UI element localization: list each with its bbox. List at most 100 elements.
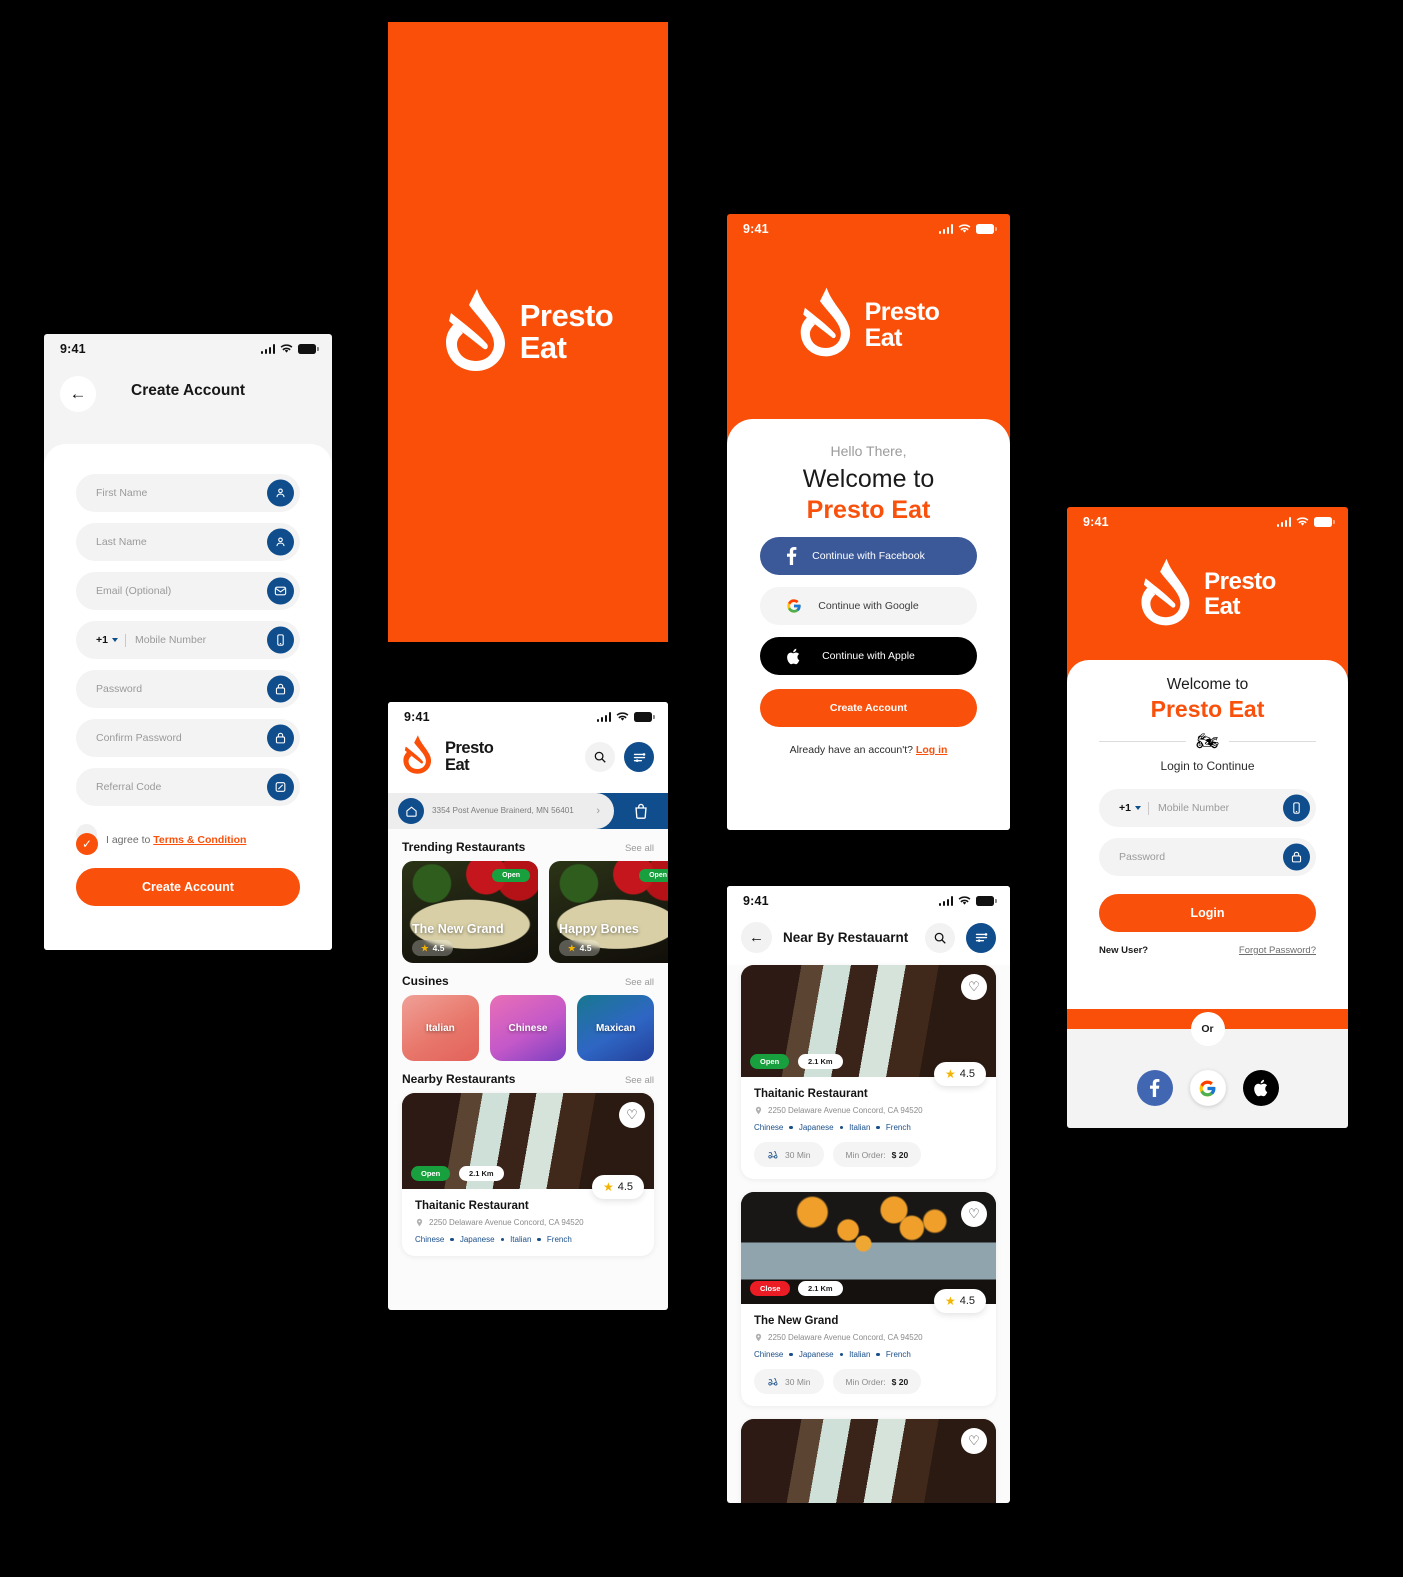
back-button[interactable]: ← [60, 376, 96, 412]
chevron-right-icon[interactable]: › [596, 805, 604, 817]
continue-with-apple-button[interactable]: Continue with Apple [760, 637, 977, 675]
new-user-link[interactable]: New User? [1099, 945, 1148, 956]
continue-with-google-button[interactable]: Continue with Google [760, 587, 977, 625]
tag: Chinese [415, 1235, 445, 1244]
log-in-link[interactable]: Log in [916, 744, 948, 756]
terms-link[interactable]: Terms & Condition [153, 834, 246, 846]
referral-code-field[interactable]: Referral Code [76, 768, 300, 806]
chevron-down-icon[interactable] [1134, 806, 1141, 810]
status-badge: Open [639, 869, 668, 882]
min-order-value: $ 20 [891, 1149, 909, 1160]
mobile-number-field[interactable]: +1 Mobile Number [76, 621, 300, 659]
search-icon[interactable] [925, 922, 955, 953]
cuisine-card[interactable]: Maxican [577, 995, 655, 1061]
cuisine-label: Italian [425, 1022, 455, 1034]
mobile-number-field[interactable]: +1 Mobile Number [1099, 789, 1316, 827]
password-field[interactable]: Password [76, 670, 300, 708]
status-icons [596, 712, 655, 722]
tag: Italian [510, 1235, 532, 1244]
section-title: Cusines [402, 974, 449, 988]
see-all-link[interactable]: See all [625, 1075, 654, 1086]
nearby-header: ← Near By Restauarnt [727, 916, 1010, 965]
nearby-restaurant-card[interactable]: ♡ Open 2.1 Km ★ 4.5 Thaitanic Restaurant… [741, 965, 996, 1179]
favorite-heart-icon[interactable]: ♡ [619, 1102, 645, 1128]
screen-splash: Presto Eat [388, 22, 668, 642]
location-pin-icon [755, 1333, 762, 1342]
first-name-field[interactable]: First Name [76, 474, 300, 512]
continue-with-facebook-button[interactable]: Continue with Facebook [760, 537, 977, 575]
restaurant-address: 2250 Delaware Avenue Concord, CA 94520 [768, 1106, 923, 1115]
favorite-heart-icon[interactable]: ♡ [961, 1201, 987, 1227]
country-code[interactable]: +1 [96, 634, 108, 646]
last-name-field[interactable]: Last Name [76, 523, 300, 561]
tag: French [885, 1350, 911, 1359]
restaurant-info: The New Grand 2250 Delaware Avenue Conco… [741, 1304, 996, 1406]
cart-bag-icon[interactable] [614, 793, 668, 829]
distance-badge: 2.1 Km [798, 1281, 843, 1296]
brand-logo[interactable]: Presto Eat [402, 734, 494, 780]
signal-icon [938, 896, 953, 906]
status-icons [938, 896, 997, 906]
dot-separator [839, 1125, 844, 1130]
location-pin-icon [416, 1218, 423, 1227]
restaurant-info: Thaitanic Restaurant 2250 Delaware Avenu… [402, 1189, 654, 1256]
login-links: New User? Forgot Password? [1099, 945, 1316, 956]
welcome-sheet: Hello There, Welcome to Presto Eat Conti… [727, 419, 1010, 830]
dot-separator [876, 1125, 880, 1130]
trending-card[interactable]: Open The New Grand ★ 4.5 [402, 861, 538, 963]
confirm-password-field[interactable]: Confirm Password [76, 719, 300, 757]
screen-welcome: 9:41 Presto Eat Hello There, Welcome to … [727, 214, 1010, 830]
mockup-board: 9:41 ← Create Account First Name Last Na… [0, 0, 1403, 1577]
delivery-time-chip: 30 Min [754, 1142, 824, 1167]
filter-icon[interactable] [966, 922, 996, 953]
login-prompt-text: Already have an accoun't? [789, 744, 916, 756]
create-account-button[interactable]: Create Account [760, 689, 977, 727]
nearby-restaurant-card[interactable]: ♡ Close 2.1 Km ★ 4.5 The New Grand 2250 … [741, 1192, 996, 1406]
distance-badge: 2.1 Km [459, 1166, 504, 1181]
wifi-icon [616, 712, 629, 721]
nearby-restaurant-card[interactable]: ♡ [741, 1419, 996, 1503]
search-icon[interactable] [585, 742, 615, 772]
or-divider-label: Or [1190, 1012, 1225, 1046]
address-text: 3354 Post Avenue Brainerd, MN 56401 [432, 805, 574, 815]
signal-icon [260, 344, 275, 354]
restaurant-address-row: 2250 Delaware Avenue Concord, CA 94520 [754, 1333, 983, 1342]
nearby-restaurant-card[interactable]: ♡ Open 2.1 Km ★ 4.5 Thaitanic Restaurant… [402, 1093, 654, 1256]
delivery-time-chip: 30 Min [754, 1369, 824, 1394]
star-icon: ★ [602, 1180, 614, 1194]
forgot-password-link[interactable]: Forgot Password? [1239, 945, 1316, 956]
country-code[interactable]: +1 [1119, 802, 1131, 814]
restaurant-meta: 30 Min Min Order: $ 20 [754, 1142, 983, 1167]
filter-icon[interactable] [624, 742, 654, 772]
login-button[interactable]: Login [1099, 894, 1316, 932]
create-account-submit-button[interactable]: Create Account [76, 868, 300, 906]
section-header-cuisines: Cusines See all [388, 963, 668, 995]
cuisine-card[interactable]: Italian [402, 995, 479, 1061]
facebook-login-button[interactable] [1136, 1070, 1173, 1106]
password-field[interactable]: Password [1099, 838, 1316, 876]
page-title: Near By Restauarnt [783, 930, 909, 945]
see-all-link[interactable]: See all [625, 977, 654, 988]
terms-checkbox-checked[interactable]: ✓ [76, 833, 98, 855]
status-bar: 9:41 [44, 334, 332, 364]
favorite-heart-icon[interactable]: ♡ [961, 974, 987, 1000]
back-button[interactable]: ← [741, 922, 772, 953]
see-all-link[interactable]: See all [625, 843, 654, 854]
google-login-button[interactable] [1189, 1070, 1226, 1106]
apple-login-button[interactable] [1242, 1070, 1279, 1106]
address-left[interactable]: 3354 Post Avenue Brainerd, MN 56401 › [388, 793, 614, 829]
terms-agreement-row[interactable]: ✓ I agree to Terms & Condition [76, 824, 300, 855]
brand-title: Presto Eat [1150, 696, 1265, 722]
restaurant-meta: 30 Min Min Order: $ 20 [754, 1369, 983, 1394]
lock-icon [267, 675, 294, 703]
email-field[interactable]: Email (Optional) [76, 572, 300, 610]
trending-card[interactable]: Open Happy Bones ★ 4.5 [549, 861, 668, 963]
rating-badge: ★ 4.5 [933, 1289, 986, 1313]
battery-icon [634, 712, 655, 722]
cuisine-card[interactable]: Chinese [489, 995, 567, 1061]
dot-separator [789, 1125, 793, 1130]
favorite-heart-icon[interactable]: ♡ [961, 1428, 987, 1454]
presto-eat-flame-icon [402, 734, 432, 780]
chevron-down-icon[interactable] [111, 638, 118, 642]
address-bar[interactable]: 3354 Post Avenue Brainerd, MN 56401 › [388, 793, 668, 829]
